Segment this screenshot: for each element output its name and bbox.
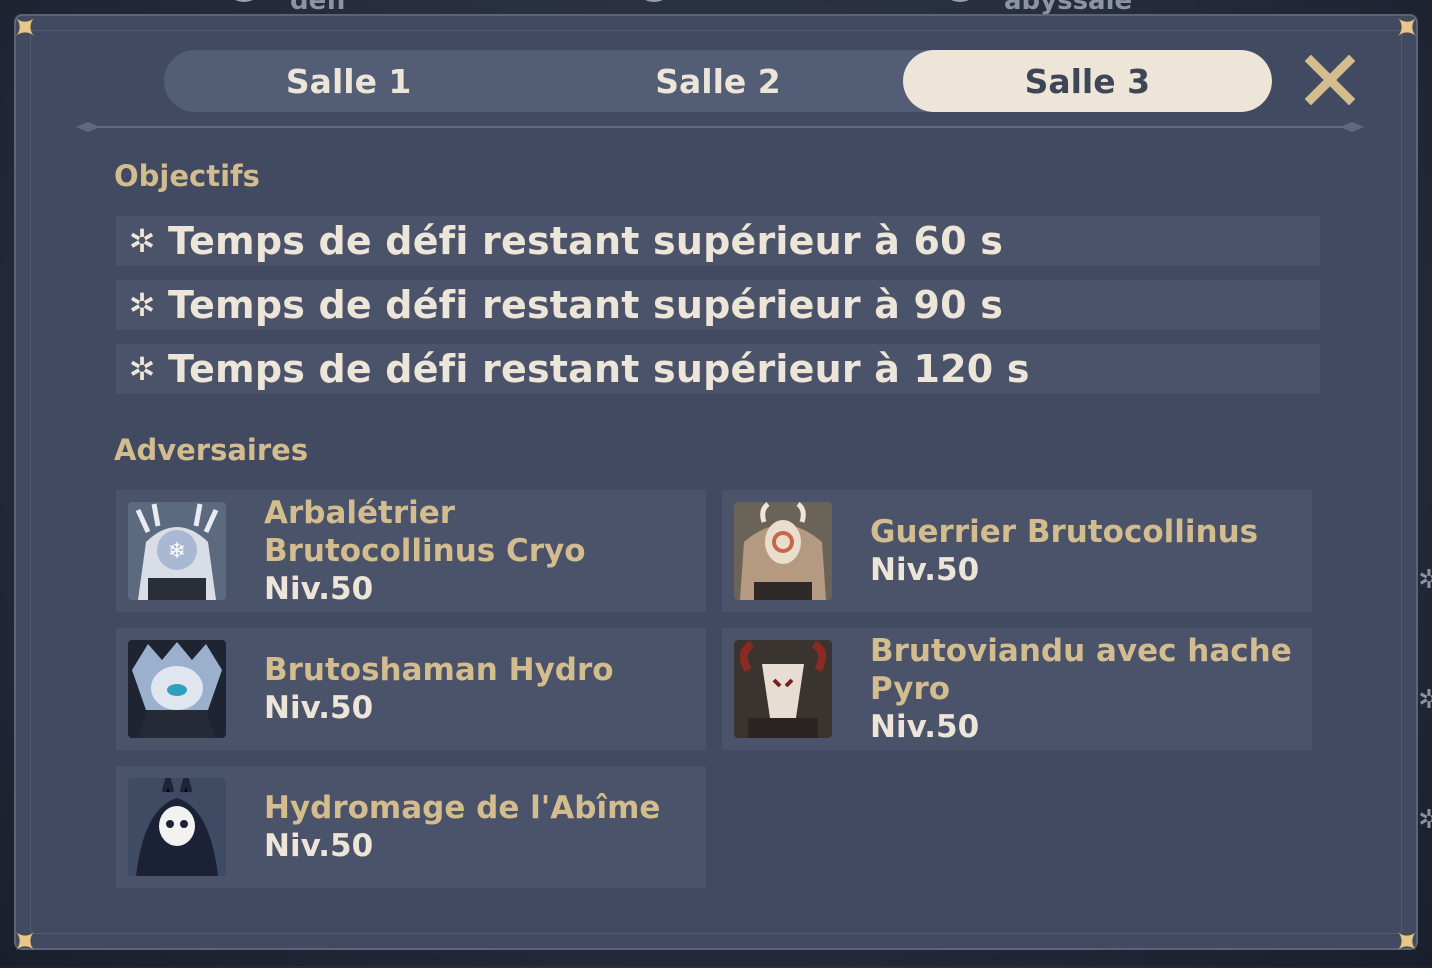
tab-salle-1[interactable]: Salle 1: [164, 50, 533, 112]
cryo-hilichurl-shooter-icon: ❄: [128, 502, 226, 600]
pyro-mitachurl-icon: [734, 640, 832, 738]
objective-text: Temps de défi restant supérieur à 90 s: [168, 283, 1004, 327]
enemy-name: Guerrier Brutocollinus: [870, 514, 1259, 550]
close-button[interactable]: [1300, 50, 1360, 110]
enemy-name: Brutoshaman Hydro: [264, 652, 614, 688]
svg-text:❄: ❄: [168, 539, 186, 564]
objective-text: Temps de défi restant supérieur à 120 s: [168, 347, 1030, 391]
star-icon: ✲: [128, 350, 156, 388]
objective-text: Temps de défi restant supérieur à 60 s: [168, 219, 1004, 263]
enemy-name: Brutoviandu avec hache Pyro: [870, 633, 1292, 707]
enemy-info: Brutoshaman Hydro Niv.50: [264, 628, 696, 750]
enemy-card[interactable]: Guerrier Brutocollinus Niv.50: [722, 490, 1312, 612]
enemy-name: Hydromage de l'Abîme: [264, 790, 661, 826]
tab-salle-3[interactable]: Salle 3: [902, 50, 1272, 112]
background-circle: [224, 0, 264, 2]
header-divider: [76, 122, 1364, 132]
enemy-level: Niv.50: [264, 690, 374, 726]
enemy-level: Niv.50: [870, 552, 980, 588]
background-side-decoration: ✲ ✲ ✲: [1418, 565, 1432, 835]
hilichurl-fighter-icon: [734, 502, 832, 600]
tab-salle-2[interactable]: Salle 2: [533, 50, 902, 112]
enemy-level: Niv.50: [870, 709, 980, 745]
objective-row: ✲ Temps de défi restant supérieur à 120 …: [116, 344, 1320, 394]
star-icon: ✲: [128, 286, 156, 324]
enemy-level: Niv.50: [264, 828, 374, 864]
background-circle: [634, 0, 674, 2]
enemy-name: Arbalétrier Brutocollinus Cryo: [264, 495, 586, 569]
star-icon: ✲: [128, 222, 156, 260]
enemy-card[interactable]: Brutoshaman Hydro Niv.50: [116, 628, 706, 750]
adversaries-title: Adversaires: [114, 433, 309, 467]
enemy-card[interactable]: ❄ Arbalétrier Brutocollinus Cryo Niv.50: [116, 490, 706, 612]
hydro-samachurl-icon: [128, 640, 226, 738]
objective-row: ✲ Temps de défi restant supérieur à 90 s: [116, 280, 1320, 330]
enemy-info: Hydromage de l'Abîme Niv.50: [264, 766, 696, 888]
chamber-details-panel: ✦ ✦ ✦ ✦ Salle 1 Salle 2 Salle 3 Objectif…: [2, 4, 1430, 964]
enemy-info: Guerrier Brutocollinus Niv.50: [870, 490, 1302, 612]
enemy-card[interactable]: Brutoviandu avec hache Pyro Niv.50: [722, 628, 1312, 750]
enemy-level: Niv.50: [264, 571, 374, 607]
objectives-title: Objectifs: [114, 159, 260, 193]
close-icon: [1304, 54, 1356, 106]
chamber-tabs: Salle 1 Salle 2 Salle 3: [164, 50, 1272, 112]
enemy-info: Arbalétrier Brutocollinus Cryo Niv.50: [264, 490, 696, 612]
enemy-card[interactable]: Hydromage de l'Abîme Niv.50: [116, 766, 706, 888]
enemy-info: Brutoviandu avec hache Pyro Niv.50: [870, 628, 1302, 750]
background-circle: [940, 0, 980, 2]
abyss-mage-icon: [128, 778, 226, 876]
objective-row: ✲ Temps de défi restant supérieur à 60 s: [116, 216, 1320, 266]
